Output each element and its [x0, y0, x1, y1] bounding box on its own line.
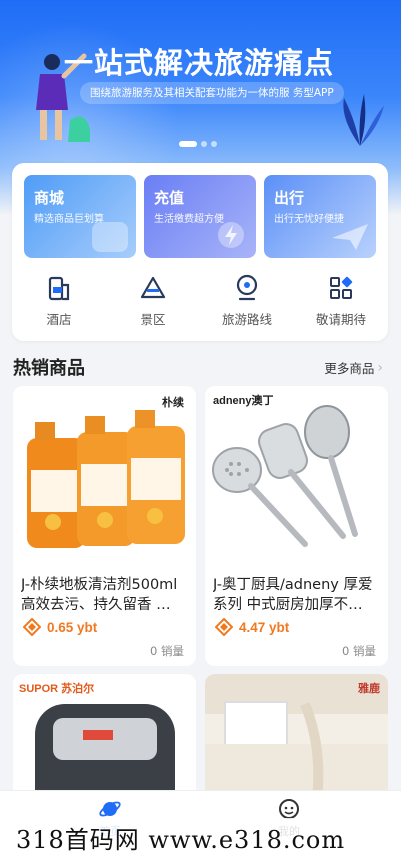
shortcut-label: 敬请期待 [315, 312, 366, 327]
product-name: J-朴续地板清洁剂500ml高效去污、持久留香 … [21, 577, 178, 613]
product-card[interactable]: 雅鹿 [205, 674, 388, 804]
carousel-dot[interactable] [211, 141, 217, 147]
carousel-dot-active[interactable] [179, 141, 197, 147]
product-card[interactable]: SUPOR 苏泊尔 [13, 674, 196, 804]
product-price: 4.47 ybt [215, 618, 289, 636]
service-tile-recharge[interactable]: 充值 生活缴费超方便 [144, 175, 256, 258]
product-brand: SUPOR 苏泊尔 [19, 683, 95, 695]
coin-icon [23, 618, 41, 636]
scenic-icon [140, 276, 166, 299]
paper-plane-icon [332, 224, 368, 250]
lightning-icon [218, 222, 244, 248]
hot-products-title: 热销商品 [13, 358, 85, 379]
more-products-link[interactable]: 更多商品 › [324, 358, 383, 377]
product-card[interactable]: 朴续 J-朴续地板清洁剂500ml高效去污、持久留香 … 0.65 ybt 0 … [13, 386, 196, 666]
shortcut-row: 酒店 景区 旅游路线 敬请期待 [12, 273, 388, 328]
banner-title: 一站式解决旅游痛点 [64, 46, 335, 80]
product-sales: 0 销量 [150, 644, 184, 658]
watermark-overlay: 318首码网 www.e318.com [0, 818, 401, 853]
carousel-indicator [179, 141, 217, 147]
product-image [13, 386, 196, 569]
service-title: 出行 [274, 189, 305, 207]
product-brand: adneny澳丁 [213, 395, 274, 407]
product-card[interactable]: adneny澳丁 J-奥丁厨具/adneny 厚爱系列 中式厨房加厚不… 4.4… [205, 386, 388, 666]
location-pin-icon [236, 274, 258, 301]
service-tile-travel[interactable]: 出行 出行无忧好便捷 [264, 175, 376, 258]
service-subtitle: 精选商品巨划算 [34, 214, 104, 225]
shortcut-hotel[interactable]: 酒店 [12, 273, 106, 328]
price-value: 0.65 ybt [47, 619, 98, 635]
service-tile-mall[interactable]: 商城 精选商品巨划算 [24, 175, 136, 258]
watermark-text: 318首码网 www.e318.com [16, 826, 346, 853]
product-brand: 雅鹿 [358, 683, 380, 695]
hotel-icon [48, 276, 70, 301]
service-title: 充值 [154, 189, 185, 207]
shortcut-label: 酒店 [46, 312, 72, 327]
product-price: 0.65 ybt [23, 618, 97, 636]
chevron-right-icon: › [377, 359, 383, 376]
carousel-dot[interactable] [201, 141, 207, 147]
shortcut-route[interactable]: 旅游路线 [200, 273, 294, 328]
product-sales: 0 销量 [342, 644, 376, 658]
shortcut-scenic[interactable]: 景区 [106, 273, 200, 328]
coin-icon [215, 618, 233, 636]
banner-subtitle: 围绕旅游服务及其相关配套功能为一体的服 务型APP [80, 82, 344, 104]
product-image [205, 386, 388, 569]
product-name: J-奥丁厨具/adneny 厚爱系列 中式厨房加厚不… [213, 577, 373, 613]
services-card: 商城 精选商品巨划算 充值 生活缴费超方便 出行 出行无忧好便捷 酒店 景区 旅… [12, 163, 388, 341]
grid-apps-icon [330, 276, 353, 299]
shortcut-coming-soon[interactable]: 敬请期待 [294, 273, 388, 328]
shortcut-label: 旅游路线 [221, 312, 272, 327]
price-value: 4.47 ybt [239, 619, 290, 635]
more-products-label: 更多商品 [324, 361, 375, 376]
shop-bag-icon [92, 222, 128, 252]
product-brand: 朴续 [162, 397, 184, 409]
shortcut-label: 景区 [140, 312, 166, 327]
service-subtitle: 生活缴费超方便 [154, 214, 224, 225]
service-title: 商城 [34, 189, 65, 207]
